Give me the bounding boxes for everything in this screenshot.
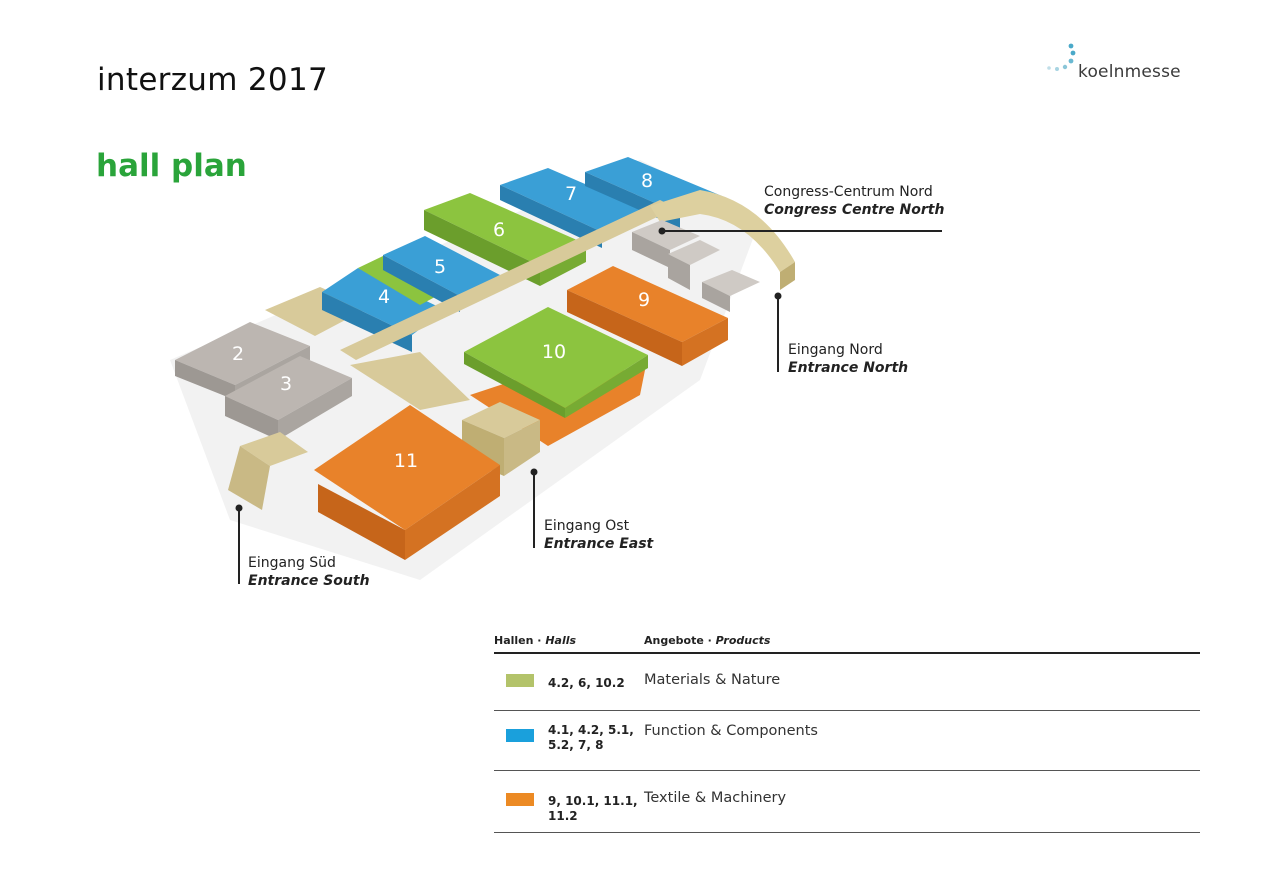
legend-header-halls: Hallen · Halls bbox=[494, 634, 576, 647]
callout-south: Eingang Süd Entrance South bbox=[248, 554, 370, 590]
hall-7-label: 7 bbox=[565, 183, 577, 205]
legend-product-materials: Materials & Nature bbox=[644, 672, 781, 688]
legend-header-products: Angebote · Products bbox=[644, 634, 770, 647]
callout-north: Eingang Nord Entrance North bbox=[788, 341, 908, 377]
callout-east: Eingang Ost Entrance East bbox=[544, 517, 653, 553]
legend-header-halls-en: Halls bbox=[545, 634, 577, 647]
callout-east-en: Entrance East bbox=[544, 536, 654, 552]
hall-9-label: 9 bbox=[638, 289, 650, 311]
legend-halls-function: 4.1, 4.2, 5.1, 5.2, 7, 8 bbox=[548, 723, 634, 752]
callout-congress-de: Congress-Centrum Nord bbox=[764, 184, 933, 200]
callout-east-de: Eingang Ost bbox=[544, 518, 630, 534]
hall-8-label: 8 bbox=[641, 170, 653, 192]
legend-header-products-de: Angebote · bbox=[644, 634, 716, 647]
hall-10-label: 10 bbox=[542, 341, 566, 363]
legend-halls-materials: 4.2, 6, 10.2 bbox=[548, 676, 625, 690]
callout-congress-en: Congress Centre North bbox=[764, 202, 945, 218]
callout-south-de: Eingang Süd bbox=[248, 555, 336, 571]
callout-north-en: Entrance North bbox=[788, 360, 909, 376]
legend-halls-textile: 9, 10.1, 11.1, 11.2 bbox=[548, 794, 638, 823]
legend-swatch-materials bbox=[506, 674, 534, 687]
hall-3-label: 3 bbox=[280, 373, 292, 395]
callout-south-en: Entrance South bbox=[248, 573, 370, 589]
hall-5-label: 5 bbox=[434, 256, 446, 278]
legend-row-function: 4.1, 4.2, 5.1, 5.2, 7, 8 Function & Comp… bbox=[494, 711, 1200, 771]
legend-product-function: Function & Components bbox=[644, 723, 818, 739]
hall-6-label: 6 bbox=[493, 219, 505, 241]
legend-row-textile: 9, 10.1, 11.1, 11.2 Textile & Machinery bbox=[494, 771, 1200, 833]
legend-product-textile: Textile & Machinery bbox=[644, 790, 787, 806]
legend-header: Hallen · Halls Angebote · Products bbox=[494, 628, 1200, 654]
hall-2-label: 2 bbox=[232, 343, 244, 365]
legend-row-materials: 4.2, 6, 10.2 Materials & Nature bbox=[494, 654, 1200, 711]
legend-swatch-textile bbox=[506, 793, 534, 806]
legend-header-products-en: Products bbox=[715, 634, 771, 647]
callout-congress: Congress-Centrum Nord Congress Centre No… bbox=[764, 183, 944, 219]
hall-4-label: 4 bbox=[378, 286, 390, 308]
legend-header-halls-de: Hallen · bbox=[494, 634, 546, 647]
legend-swatch-function bbox=[506, 729, 534, 742]
callout-north-de: Eingang Nord bbox=[788, 342, 883, 358]
legend-table: Hallen · Halls Angebote · Products 4.2, … bbox=[494, 628, 1200, 833]
hall-11-label: 11 bbox=[394, 450, 418, 472]
